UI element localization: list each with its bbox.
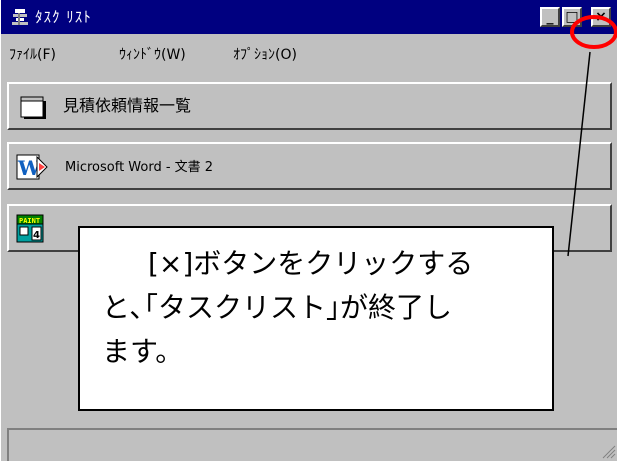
resize-grip-icon[interactable] (600, 443, 616, 459)
maximize-button[interactable]: □ (562, 7, 582, 27)
task-label: Microsoft Word - 文書 2 (65, 160, 214, 175)
menu-options[interactable]: ｵﾌﾟｼｮﾝ(O) (233, 46, 297, 64)
instruction-callout: [×]ボタンをクリックする と､｢タスクリスト｣が終了し ます。 (78, 226, 554, 411)
word-icon: W (16, 154, 48, 180)
window-title: ﾀｽｸ ﾘｽﾄ (35, 8, 92, 26)
task-item-word[interactable]: W Microsoft Word - 文書 2 (7, 142, 612, 190)
callout-line-3: ます。 (102, 335, 184, 368)
paint-icon: PAINT 4 (16, 214, 44, 243)
task-list-app-icon (12, 9, 28, 25)
callout-line-2: と､｢タスクリスト｣が終了し (102, 291, 453, 324)
svg-text:4: 4 (33, 230, 40, 241)
menu-window[interactable]: ｳｨﾝﾄﾞｳ(W) (119, 46, 186, 64)
menu-bar: ﾌｧｲﾙ(F) ｳｨﾝﾄﾞｳ(W) ｵﾌﾟｼｮﾝ(O) (1, 34, 617, 72)
callout-line-1: [×]ボタンをクリックする (148, 247, 474, 280)
title-bar[interactable]: ﾀｽｸ ﾘｽﾄ _ □ × (1, 0, 617, 34)
task-item-estimate-list[interactable]: 見積依頼情報一覧 (7, 82, 612, 130)
minimize-button[interactable]: _ (540, 7, 560, 27)
folder-icon (20, 96, 46, 119)
status-bar (7, 428, 617, 461)
menu-file[interactable]: ﾌｧｲﾙ(F) (9, 46, 56, 64)
close-button[interactable]: × (591, 7, 611, 27)
task-label: 見積依頼情報一覧 (63, 96, 192, 115)
